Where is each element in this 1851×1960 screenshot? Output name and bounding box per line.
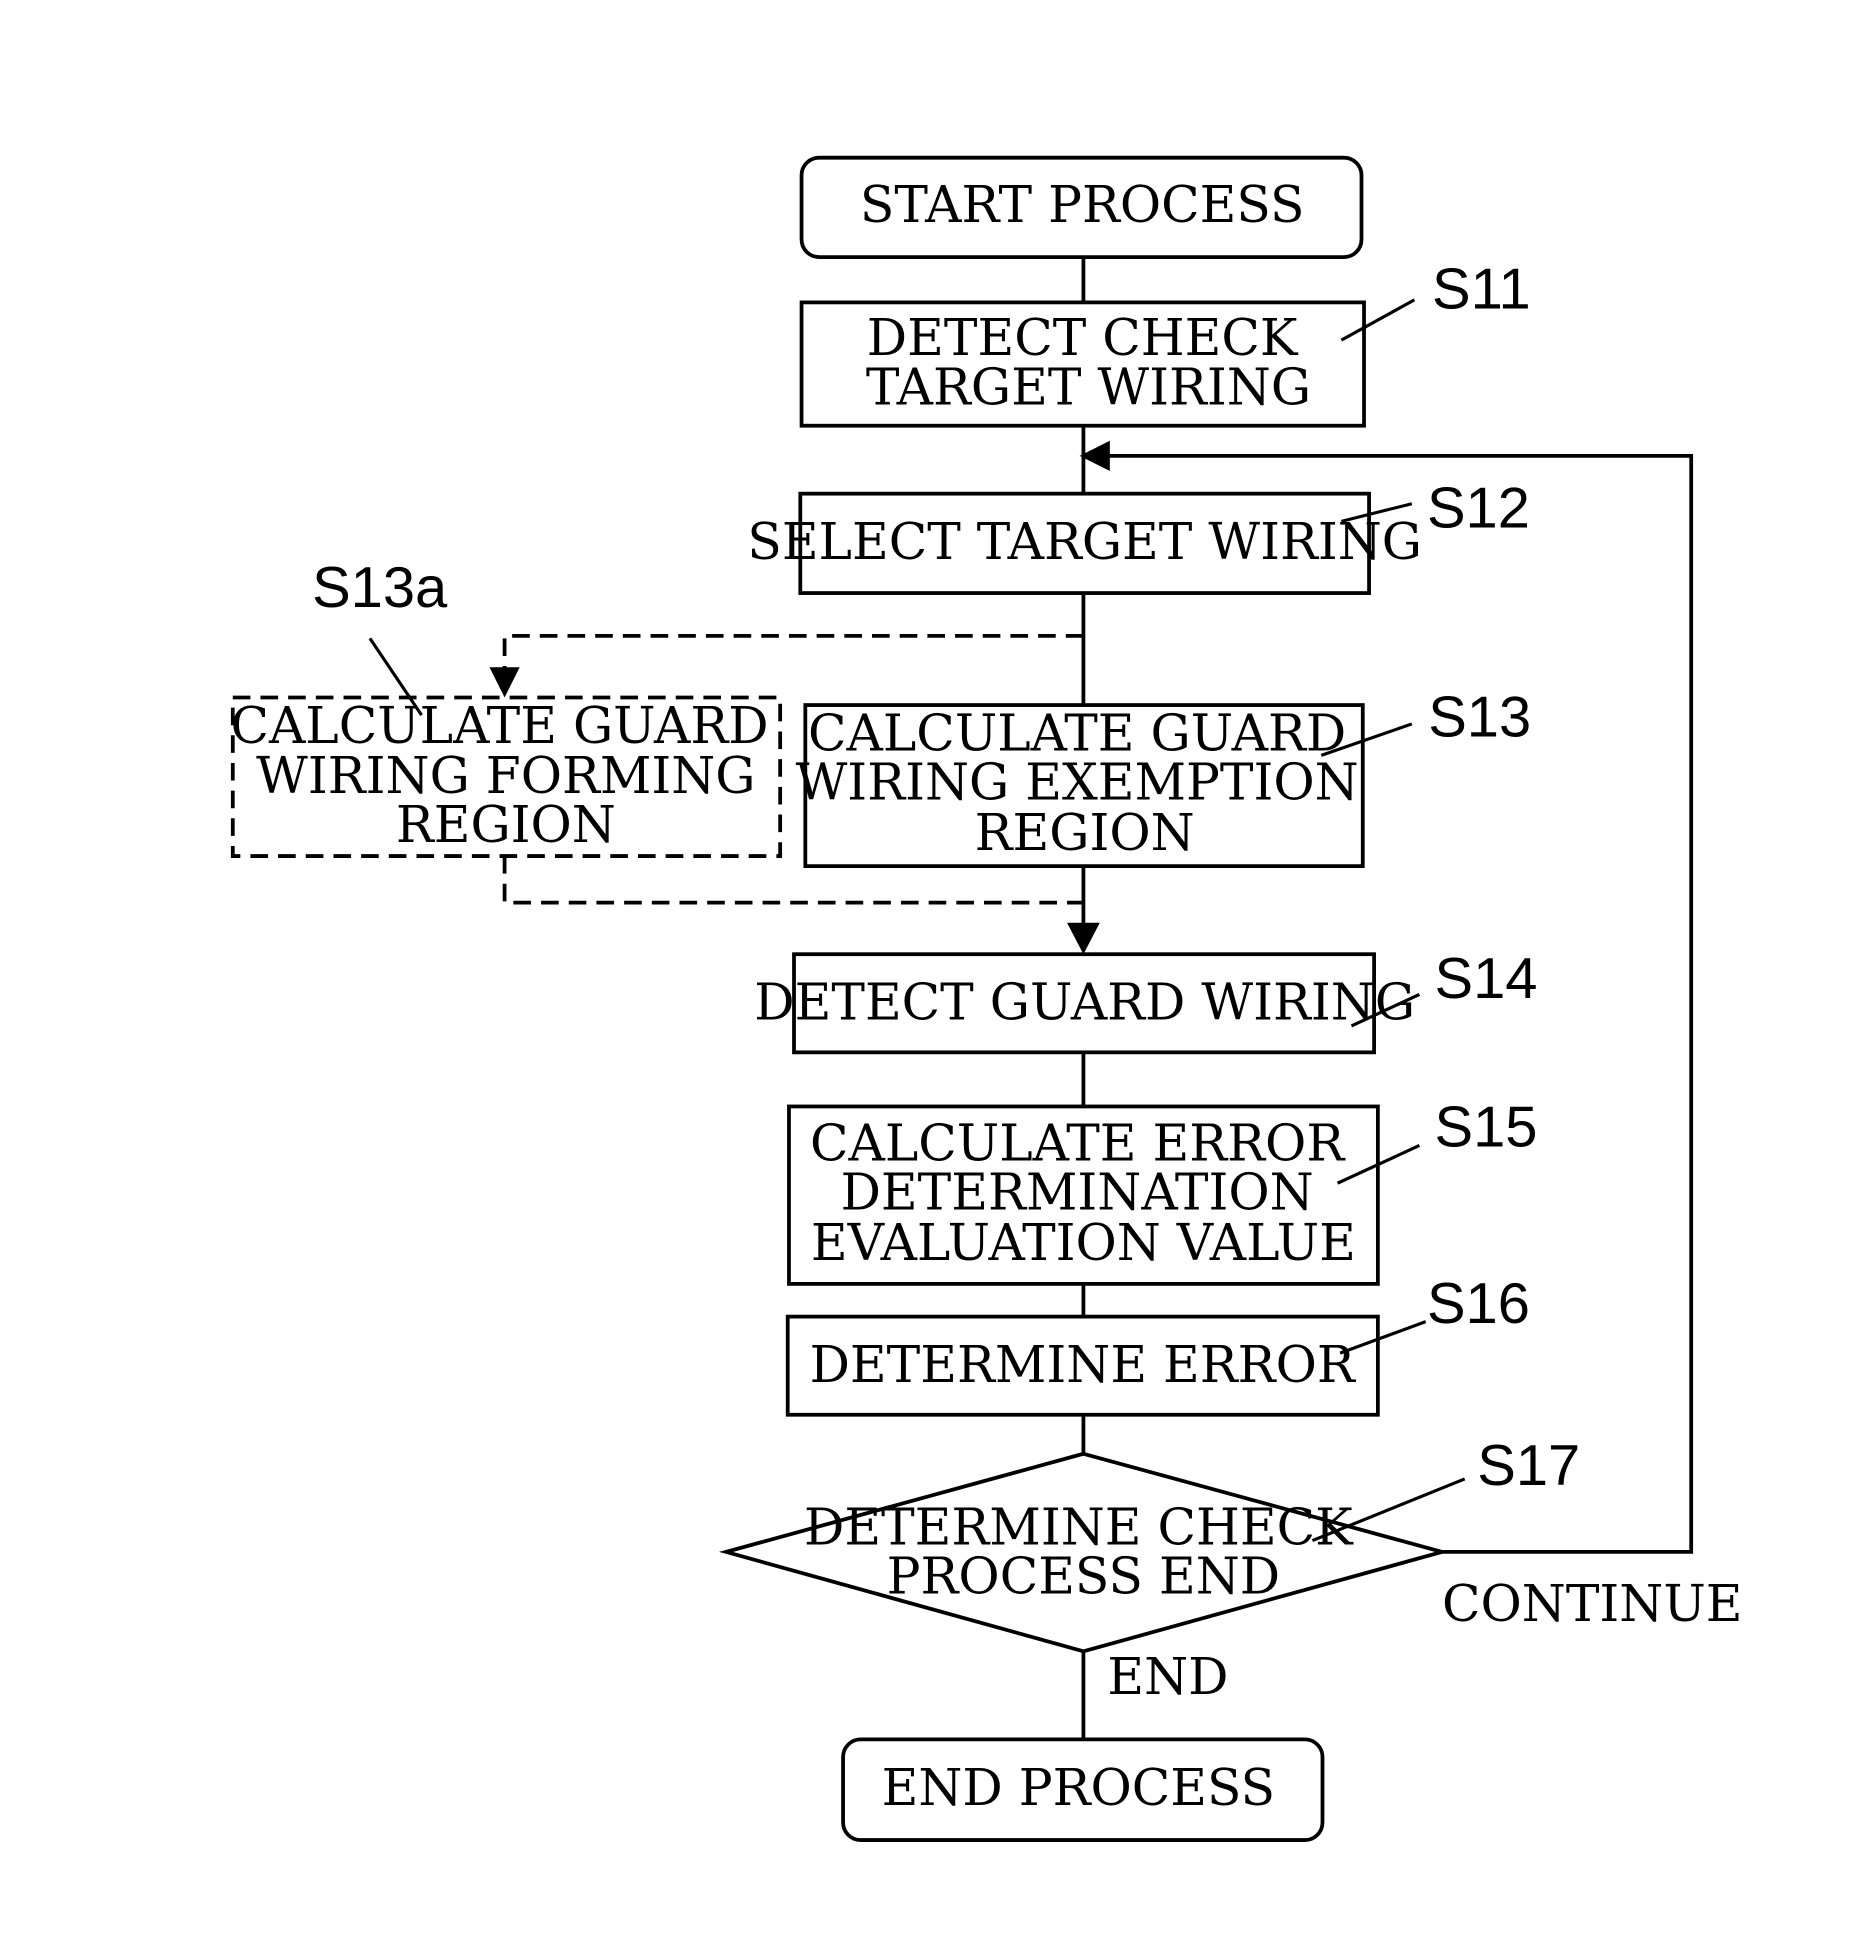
s14-line-1: DETECT GUARD WIRING: [754, 973, 1415, 1032]
dashed-connector-to-s13a: [502, 633, 1084, 674]
step-s12: SELECT TARGET WIRING S12: [747, 477, 1530, 595]
s17-step-label: S17: [1477, 1434, 1580, 1498]
s13-line-3: REGION: [975, 803, 1195, 862]
branch-label-end: END: [1107, 1647, 1228, 1706]
arrowhead-s14: [1067, 922, 1100, 955]
step-s15: CALCULATE ERROR DETERMINATION EVALUATION…: [787, 1096, 1537, 1286]
arrowhead-s13a: [489, 667, 520, 698]
s13-step-label: S13: [1428, 686, 1531, 750]
step-s13: CALCULATE GUARD WIRING EXEMPTION REGION …: [796, 686, 1531, 869]
end-node: END PROCESS: [841, 1737, 1325, 1842]
s11-line-2: TARGET WIRING: [866, 357, 1311, 416]
s16-step-label: S16: [1427, 1272, 1530, 1336]
s12-line-1: SELECT TARGET WIRING: [747, 512, 1422, 571]
flowchart: START PROCESS DETECT CHECK TARGET WIRING…: [230, 155, 1742, 1842]
step-s17: DETERMINE CHECK PROCESS END S17 CONTINUE…: [718, 1434, 1742, 1706]
s16-line-1: DETERMINE ERROR: [810, 1335, 1357, 1394]
end-label: END PROCESS: [882, 1758, 1275, 1817]
s12-step-label: S12: [1427, 477, 1530, 541]
s13a-step-label: S13a: [312, 556, 448, 620]
step-s11: DETECT CHECK TARGET WIRING S11: [799, 258, 1531, 428]
s15-line-3: EVALUATION VALUE: [811, 1213, 1356, 1272]
start-label: START PROCESS: [860, 175, 1305, 234]
s11-step-label: S11: [1432, 258, 1531, 322]
step-s14: DETECT GUARD WIRING S14: [754, 947, 1537, 1055]
s17-line-2: PROCESS END: [887, 1546, 1280, 1605]
step-s16: DETERMINE ERROR S16: [785, 1272, 1530, 1417]
step-s13a: CALCULATE GUARD WIRING FORMING REGION S1…: [230, 556, 783, 858]
s15-step-label: S15: [1434, 1096, 1537, 1160]
start-node: START PROCESS: [799, 155, 1364, 259]
s13a-line-3: REGION: [396, 795, 616, 854]
branch-label-continue: CONTINUE: [1442, 1574, 1742, 1633]
s14-step-label: S14: [1434, 947, 1537, 1011]
